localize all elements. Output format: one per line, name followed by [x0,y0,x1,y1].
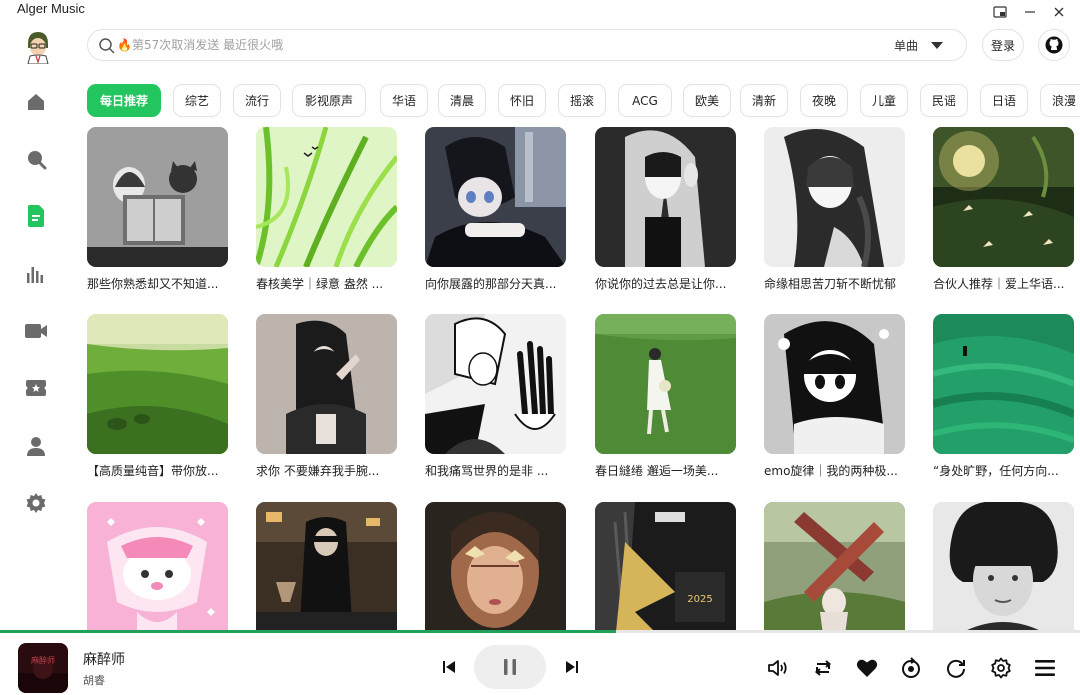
playlist-title[interactable]: 那些你熟悉却又不知道... [87,276,228,292]
playlist-grid: 那些你熟悉却又不知道... 春核美学｜绿意 盎然 ... 向你展露的那部分天真...… [0,127,1080,630]
app-title: Alger Music [17,1,85,16]
playlist-card[interactable] [87,502,228,630]
playlist-cover[interactable] [764,502,905,630]
login-button[interactable]: 登录 [982,29,1024,61]
playlist-card[interactable]: 向你展露的那部分天真... [425,127,566,292]
chevron-down-icon[interactable] [930,40,944,50]
heart-icon[interactable] [855,657,879,679]
menu-icon[interactable] [1033,657,1057,679]
playlist-cover[interactable] [425,502,566,630]
player-bar: 麻醉师 麻醉师 胡睿 [0,633,1080,695]
playlist-card[interactable]: 【高质量纯音】带你放... [87,314,228,479]
playlist-card[interactable]: 春日縫绻 邂逅一场美... [595,314,736,479]
picture-in-picture-icon[interactable] [988,2,1012,22]
playlist-card[interactable]: “身处旷野，任何方向... [933,314,1074,479]
now-playing-artist[interactable]: 胡睿 [83,672,105,688]
playlist-title[interactable]: 你说你的过去总是让你... [595,276,736,292]
playlist-title[interactable]: “身处旷野，任何方向... [933,463,1074,479]
title-bar: Alger Music [0,0,1080,24]
playlist-cover[interactable] [933,502,1074,630]
playlist-title[interactable]: emo旋律｜我的两种极... [764,463,905,479]
category-tag[interactable]: ACG [618,84,672,117]
repeat-icon[interactable] [812,657,834,679]
playlist-title[interactable]: 求你 不要嫌弃我手腕... [256,463,397,479]
settings-icon[interactable] [989,656,1013,680]
playlist-card[interactable] [425,502,566,630]
category-tag[interactable]: 夜晚 [800,84,848,117]
playlist-card[interactable] [764,502,905,630]
playlist-cover[interactable] [256,127,397,267]
playlist-cover[interactable] [933,127,1074,267]
category-tag[interactable]: 摇滚 [558,84,606,117]
playlist-title[interactable]: 春核美学｜绿意 盎然 ... [256,276,397,292]
playlist-cover[interactable]: 2025 [595,502,736,630]
playlist-card[interactable]: 那些你熟悉却又不知道... [87,127,228,292]
category-tag[interactable]: 民谣 [920,84,968,117]
playlist-title[interactable]: 【高质量纯音】带你放... [87,463,228,479]
close-icon[interactable] [1047,2,1071,22]
category-tag[interactable]: 清新 [740,84,788,117]
category-tag[interactable]: 浪漫 [1040,84,1080,117]
search-type-select[interactable]: 单曲 [894,37,918,54]
playlist-title[interactable]: 合伙人推荐｜爱上华语... [933,276,1074,292]
category-tag[interactable]: 儿童 [860,84,908,117]
category-tag[interactable]: 流行 [233,84,281,117]
playlist-cover[interactable] [256,314,397,454]
playlist-title[interactable]: 命缘相思苦刀斩不断忧郁 [764,276,905,292]
category-tag[interactable]: 华语 [380,84,428,117]
category-tag[interactable]: 欧美 [683,84,731,117]
playlist-cover[interactable] [595,127,736,267]
playlist-card[interactable]: emo旋律｜我的两种极... [764,314,905,479]
volume-icon[interactable] [766,657,790,679]
playlist-card[interactable] [933,502,1074,630]
pause-icon [504,659,516,675]
playlist-cover[interactable] [595,314,736,454]
playlist-card[interactable]: 求你 不要嫌弃我手腕... [256,314,397,479]
playlist-card[interactable]: 合伙人推荐｜爱上华语... [933,127,1074,292]
playlist-cover[interactable] [764,127,905,267]
app-window: Alger Music 🔥 第57次取消发送 最近很火哦 单曲 登录 每日推荐 … [0,0,1080,695]
playlist-cover[interactable] [425,314,566,454]
playlist-cover[interactable] [87,314,228,454]
svg-text:2025: 2025 [687,594,712,605]
playlist-cover[interactable] [256,502,397,630]
category-tags: 每日推荐 综艺 流行 影视原声 华语 清晨 怀旧 摇滚 ACG 欧美 清新 夜晚 儿童 民谣 日语 浪漫 [87,84,1080,118]
playlist-title[interactable]: 和我痛骂世界的是非 ... [425,463,566,479]
category-tag[interactable]: 清晨 [438,84,486,117]
fire-icon: 🔥 [117,38,132,52]
category-tag[interactable]: 每日推荐 [87,84,161,117]
playlist-card[interactable]: 和我痛骂世界的是非 ... [425,314,566,479]
playlist-card[interactable]: 你说你的过去总是让你... [595,127,736,292]
playlist-cover[interactable] [87,127,228,267]
now-playing-title: 麻醉师 [83,652,125,668]
category-tag[interactable]: 日语 [980,84,1028,117]
playlist-cover[interactable] [87,502,228,630]
search-icon [99,38,115,54]
playlist-cover[interactable] [933,314,1074,454]
playlist-card[interactable] [256,502,397,630]
next-track-icon[interactable] [563,658,581,676]
github-icon[interactable] [1038,29,1070,61]
previous-track-icon[interactable] [440,658,458,676]
home-icon[interactable] [22,88,50,116]
playlist-cover[interactable] [764,314,905,454]
intelligent-mode-icon[interactable] [899,656,923,680]
playlist-title[interactable]: 向你展露的那部分天真... [425,276,566,292]
playlist-card[interactable]: 命缘相思苦刀斩不断忧郁 [764,127,905,292]
search-bar[interactable]: 🔥 单曲 [87,29,967,61]
playlist-cover[interactable] [425,127,566,267]
category-tag[interactable]: 怀旧 [498,84,546,117]
avatar[interactable] [24,30,52,65]
category-tag[interactable]: 影视原声 [292,84,366,117]
refresh-icon[interactable] [944,656,968,680]
svg-text:麻醉师: 麻醉师 [31,655,55,665]
playlist-card[interactable]: 春核美学｜绿意 盎然 ... [256,127,397,292]
playlist-card[interactable]: 2025 [595,502,736,630]
minimize-icon[interactable] [1018,2,1042,22]
pause-button[interactable] [474,645,546,689]
playlist-title[interactable]: 春日縫绻 邂逅一场美... [595,463,736,479]
search-input[interactable] [132,35,772,55]
category-tag[interactable]: 综艺 [173,84,221,117]
now-playing-cover[interactable]: 麻醉师 [18,643,68,693]
